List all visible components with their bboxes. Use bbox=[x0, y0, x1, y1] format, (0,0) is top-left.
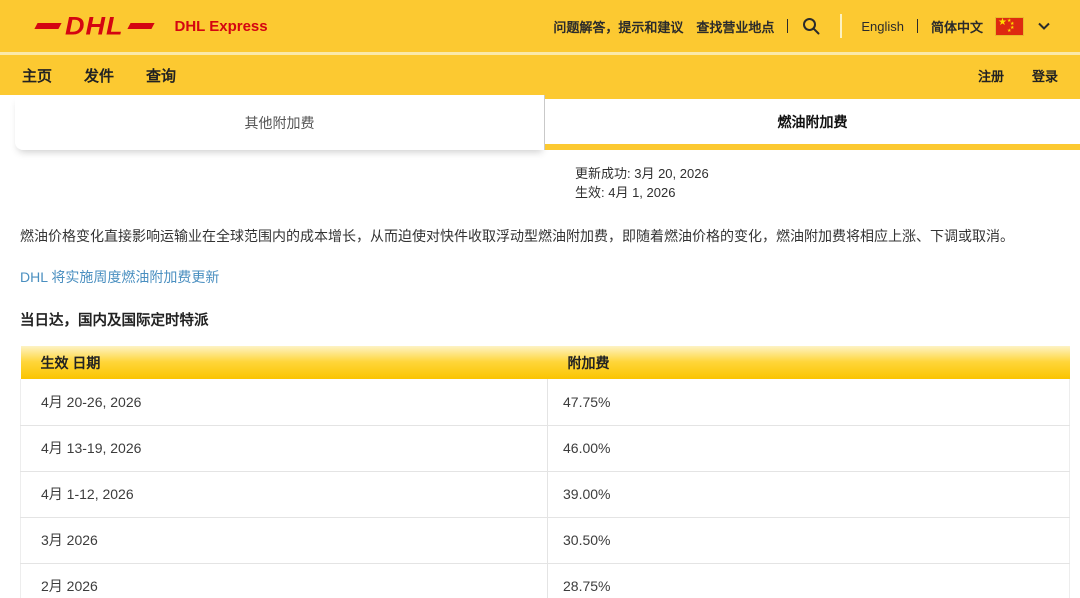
main-nav: 主页 发件 查询 注册 登录 bbox=[0, 55, 1080, 95]
separator bbox=[916, 19, 918, 33]
surcharge-cell: 28.75% bbox=[547, 563, 1070, 598]
surcharge-cell: 30.50% bbox=[547, 517, 1070, 564]
header-links: 问题解答，提示和建议 查找营业地点 English 简体中文 ★ ★ ★ ★ ★ bbox=[553, 14, 1050, 38]
section-title: 当日达，国内及国际定时特派 bbox=[20, 313, 209, 329]
logo-stripe-right bbox=[126, 23, 155, 29]
logo-stripe-left bbox=[34, 23, 62, 29]
table-header-row: 生效 日期 附加费 bbox=[20, 346, 1070, 379]
intro-paragraph: 燃油价格变化直接影响运输业在全球范围内的成本增长，从而迫使对快件收取浮动型燃油附… bbox=[20, 228, 1014, 244]
fuel-surcharge-table: 生效 日期 附加费 4月 20-26, 2026 47.75% 4月 13-19… bbox=[20, 346, 1070, 598]
table-row: 2月 2026 28.75% bbox=[20, 563, 1070, 598]
login-link[interactable]: 登录 bbox=[1032, 66, 1058, 85]
table-row: 4月 20-26, 2026 47.75% bbox=[20, 379, 1070, 426]
status-updated: 更新成功: 3月 20, 2026 bbox=[575, 166, 709, 181]
china-flag-icon[interactable]: ★ ★ ★ ★ ★ bbox=[996, 17, 1023, 35]
date-cell: 4月 1-12, 2026 bbox=[20, 471, 548, 518]
find-location-link[interactable]: 查找营业地点 bbox=[696, 17, 774, 36]
surcharge-cell: 46.00% bbox=[547, 425, 1070, 472]
register-link[interactable]: 注册 bbox=[978, 66, 1004, 85]
table-header-surcharge: 附加费 bbox=[547, 346, 1070, 379]
search-icon[interactable] bbox=[801, 16, 821, 36]
table-row: 4月 13-19, 2026 46.00% bbox=[20, 425, 1070, 472]
nav-item-ship[interactable]: 发件 bbox=[84, 65, 114, 86]
table-row: 3月 2026 30.50% bbox=[20, 517, 1070, 564]
date-cell: 3月 2026 bbox=[20, 517, 548, 564]
surcharge-cell: 47.75% bbox=[547, 379, 1070, 426]
dhl-logo[interactable]: DHL bbox=[34, 11, 155, 40]
nav-auth-links: 注册 登录 bbox=[978, 66, 1058, 85]
top-header: DHL DHL Express 问题解答，提示和建议 查找营业地点 Englis… bbox=[0, 0, 1080, 52]
table-header-date: 生效 日期 bbox=[20, 346, 548, 379]
nav-item-track[interactable]: 查询 bbox=[146, 65, 176, 86]
separator bbox=[787, 19, 789, 33]
separator bbox=[840, 14, 843, 38]
logo-text: DHL bbox=[65, 11, 124, 40]
surcharge-tabs: 其他附加费 燃油附加费 bbox=[15, 95, 1080, 150]
update-status: 更新成功: 3月 20, 2026 生效: 4月 1, 2026 bbox=[0, 150, 1080, 202]
faq-link[interactable]: 问题解答，提示和建议 bbox=[553, 17, 683, 36]
language-chinese[interactable]: 简体中文 bbox=[931, 17, 983, 36]
weekly-update-link[interactable]: DHL 将实施周度燃油附加费更新 bbox=[20, 267, 219, 287]
nav-item-home[interactable]: 主页 bbox=[22, 65, 52, 86]
status-effective: 生效: 4月 1, 2026 bbox=[575, 185, 676, 200]
tab-other-surcharges[interactable]: 其他附加费 bbox=[15, 95, 545, 150]
language-english[interactable]: English bbox=[861, 19, 904, 34]
date-cell: 4月 20-26, 2026 bbox=[20, 379, 548, 426]
brand-title: DHL Express bbox=[174, 17, 268, 35]
surcharge-cell: 39.00% bbox=[547, 471, 1070, 518]
table-row: 4月 1-12, 2026 39.00% bbox=[20, 471, 1070, 518]
date-cell: 2月 2026 bbox=[20, 563, 548, 598]
tab-fuel-surcharge[interactable]: 燃油附加费 bbox=[545, 95, 1080, 150]
chevron-down-icon[interactable] bbox=[1038, 22, 1050, 30]
date-cell: 4月 13-19, 2026 bbox=[20, 425, 548, 472]
